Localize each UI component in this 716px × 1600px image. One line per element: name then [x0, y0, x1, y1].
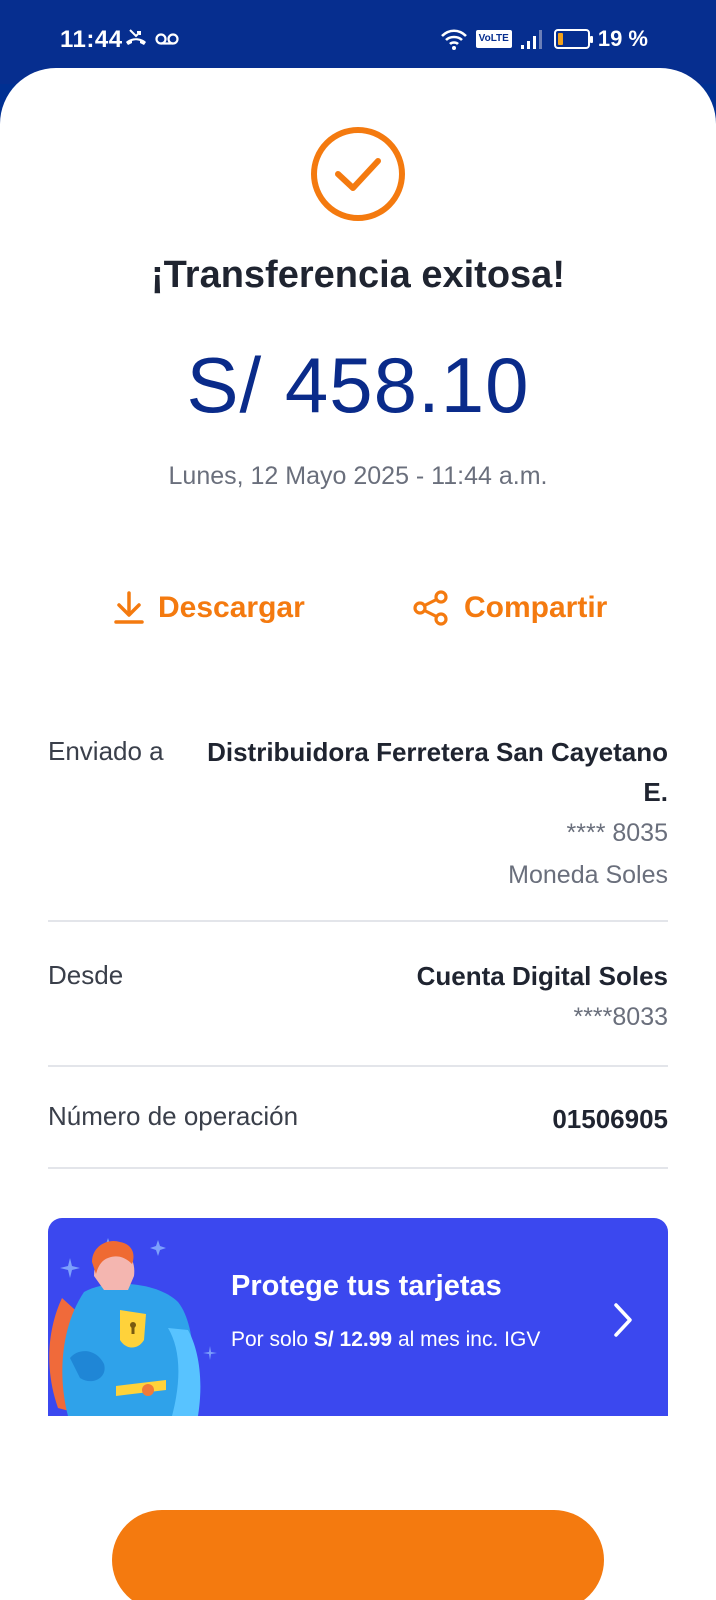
superhero-illustration — [49, 1238, 217, 1416]
chevron-right-icon — [614, 1303, 632, 1337]
success-check-icon — [311, 127, 405, 221]
share-button[interactable]: Compartir — [412, 590, 607, 626]
voicemail-icon — [155, 33, 179, 45]
promo-text: Por solo S/ 12.99 al mes inc. IGV — [231, 1326, 561, 1354]
transfer-datetime: Lunes, 12 Mayo 2025 - 11:44 a.m. — [168, 462, 548, 490]
sent-to-label: Enviado a — [48, 736, 164, 766]
recipient-account: **** 8035 — [566, 819, 668, 847]
promo-text-prefix: Por solo — [231, 1328, 314, 1351]
battery-icon — [553, 29, 593, 49]
promo-price: S/ 12.99 — [313, 1328, 393, 1351]
source-info: Cuenta Digital Soles ****8033 — [417, 956, 668, 1038]
source-account-name: Cuenta Digital Soles — [416, 961, 668, 991]
status-left-icons — [124, 28, 180, 48]
volte-badge: VoLTE — [475, 30, 512, 48]
detail-row-recipient: Enviado a Distribuidora Ferretera San Ca… — [48, 732, 668, 922]
signal-icon — [520, 30, 542, 49]
detail-row-source: Desde Cuenta Digital Soles ****8033 — [48, 922, 668, 1067]
detail-row-operation: Número de operación 01506905 — [48, 1067, 668, 1169]
wifi-icon — [440, 29, 467, 50]
receipt-actions: Descargar Compartir — [0, 590, 716, 640]
recipient-currency: Moneda Soles — [508, 861, 668, 889]
download-button[interactable]: Descargar — [114, 590, 305, 626]
recipient-name: Distribuidora Ferretera San Cayetano E. — [207, 737, 668, 807]
missed-call-icon — [126, 29, 146, 45]
share-icon — [413, 590, 448, 626]
operation-number: 01506905 — [552, 1104, 668, 1134]
from-label: Desde — [48, 960, 124, 990]
promo-title: Protege tus tarjetas — [231, 1270, 502, 1302]
operation-info: 01506905 — [552, 1099, 668, 1139]
battery-level — [557, 33, 564, 45]
transfer-details: Enviado a Distribuidora Ferretera San Ca… — [48, 732, 668, 1169]
page-title: ¡Transferencia exitosa! — [151, 254, 565, 296]
source-account-number: ****8033 — [573, 1003, 668, 1031]
battery-percent: 19 % — [597, 26, 648, 51]
primary-action-button[interactable] — [112, 1510, 604, 1600]
promo-text-suffix: al mes inc. IGV — [392, 1328, 541, 1351]
operation-label: Número de operación — [48, 1101, 299, 1131]
status-time: 11:44 — [60, 26, 123, 53]
download-label: Descargar — [158, 591, 305, 624]
promo-banner[interactable]: Protege tus tarjetas Por solo S/ 12.99 a… — [48, 1218, 668, 1416]
recipient-info: Distribuidora Ferretera San Cayetano E. … — [188, 732, 668, 896]
share-label: Compartir — [464, 591, 608, 624]
transfer-amount: S/ 458.10 — [186, 341, 530, 429]
status-right-icons: VoLTE 19 % — [440, 26, 648, 52]
download-icon — [114, 591, 144, 624]
